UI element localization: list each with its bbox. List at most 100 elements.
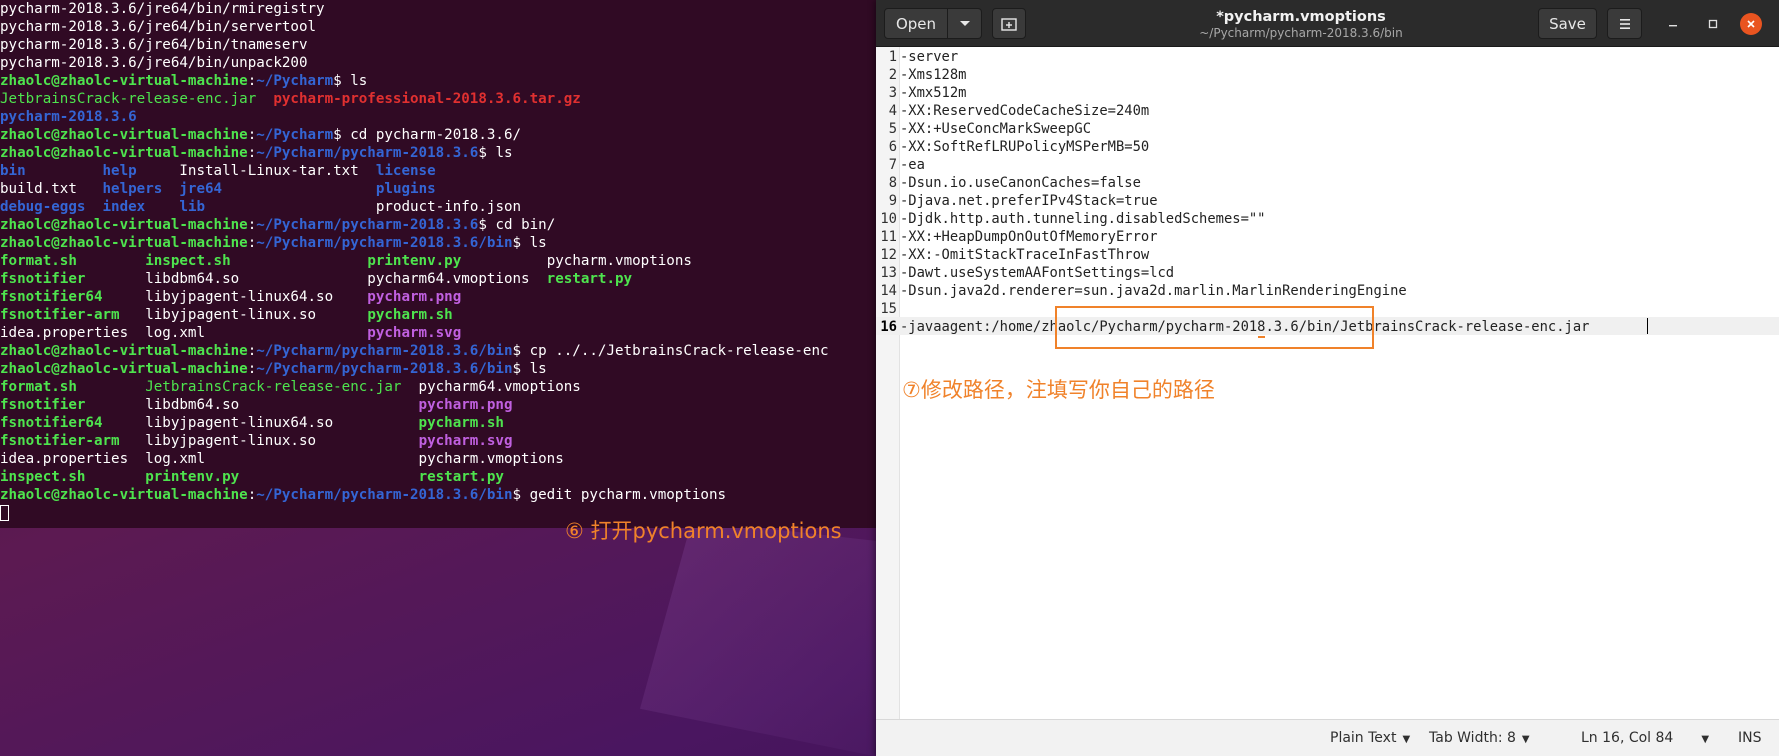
line-text[interactable]: -Dawt.useSystemAAFontSettings=lcd bbox=[900, 265, 1174, 281]
editor-line[interactable]: 15 bbox=[876, 300, 900, 318]
line-text[interactable]: -XX:+UseConcMarkSweepGC bbox=[900, 121, 1091, 137]
terminal-text: fsnotifier-arm bbox=[0, 433, 120, 449]
terminal-output: pycharm-2018.3.6/jre64/bin/rmiregistry py… bbox=[0, 0, 876, 504]
editor-line[interactable]: 1 -server bbox=[876, 48, 958, 66]
terminal-line: build.txt helpers jre64 plugins bbox=[0, 180, 876, 198]
language-selector[interactable]: Plain Text ▼ bbox=[1330, 730, 1410, 746]
document-path: ~/Pycharm/pycharm-2018.3.6/bin bbox=[1199, 26, 1403, 40]
line-number: 5 bbox=[888, 121, 897, 137]
terminal-text: : bbox=[247, 73, 257, 89]
terminal-text: libyjpagent-linux64.so bbox=[102, 415, 419, 431]
line-number: 16 bbox=[880, 319, 897, 335]
editor-line[interactable]: 6 -XX:SoftRefLRUPolicyMSPerMB=50 bbox=[876, 138, 1150, 156]
line-text[interactable]: -Dsun.io.useCanonCaches=false bbox=[900, 175, 1141, 191]
line-text[interactable]: -ea bbox=[900, 157, 925, 173]
editor-line[interactable]: 7 -ea bbox=[876, 156, 925, 174]
terminal-text: jre64 bbox=[179, 181, 223, 197]
terminal-line: fsnotifier-arm libyjpagent-linux.so pych… bbox=[0, 432, 876, 450]
editor-line[interactable]: 5 -XX:+UseConcMarkSweepGC bbox=[876, 120, 1091, 138]
line-text[interactable]: -Djdk.http.auth.tunneling.disabledScheme… bbox=[900, 211, 1265, 227]
line-text[interactable]: -XX:ReservedCodeCacheSize=240m bbox=[900, 103, 1149, 119]
line-number: 13 bbox=[880, 265, 897, 281]
terminal-text: : bbox=[247, 217, 257, 233]
terminal-text: restart.py bbox=[418, 469, 504, 485]
line-text[interactable]: -XX:+HeapDumpOnOutOfMemoryError bbox=[900, 229, 1158, 245]
editor-line[interactable]: 2 -Xms128m bbox=[876, 66, 967, 84]
close-button[interactable] bbox=[1740, 13, 1762, 35]
terminal-text: idea.properties log.xml bbox=[0, 325, 368, 341]
maximize-button[interactable] bbox=[1702, 13, 1724, 35]
insert-mode-indicator[interactable]: INS bbox=[1738, 730, 1762, 746]
cursor-position-label: Ln 16, Col 84 bbox=[1581, 730, 1674, 746]
hamburger-icon bbox=[1619, 18, 1630, 29]
terminal-text: : bbox=[247, 487, 257, 503]
terminal-window[interactable]: pycharm-2018.3.6/jre64/bin/rmiregistry py… bbox=[0, 0, 876, 528]
terminal-text: pycharm.png bbox=[367, 289, 462, 305]
dropdown-arrow-icon: ▼ bbox=[1521, 734, 1530, 745]
terminal-line: idea.properties log.xml pycharm.vmoption… bbox=[0, 450, 876, 468]
terminal-text: libdbm64.so pycharm64.vmoptions bbox=[85, 271, 547, 287]
editor-line[interactable]: 11 -XX:+HeapDumpOnOutOfMemoryError bbox=[876, 228, 1158, 246]
terminal-text: pycharm-2018.3.6 bbox=[0, 109, 137, 125]
line-text[interactable]: -Xms128m bbox=[900, 67, 966, 83]
open-button[interactable]: Open bbox=[884, 8, 948, 39]
open-menu-button[interactable] bbox=[948, 8, 982, 39]
line-text[interactable]: -Djava.net.preferIPv4Stack=true bbox=[900, 193, 1158, 209]
text-cursor bbox=[1647, 318, 1648, 334]
language-label: Plain Text bbox=[1330, 730, 1397, 746]
line-text[interactable]: -Xmx512m bbox=[900, 85, 966, 101]
editor-line[interactable]: 8 -Dsun.io.useCanonCaches=false bbox=[876, 174, 1141, 192]
terminal-text: : bbox=[247, 235, 257, 251]
terminal-text: fsnotifier bbox=[0, 271, 86, 287]
editor-line[interactable]: 10 -Djdk.http.auth.tunneling.disabledSche… bbox=[876, 210, 1265, 228]
new-tab-button[interactable] bbox=[992, 8, 1026, 39]
text-editor[interactable]: 1 -server 2 -Xms128m 3 -Xmx512m 4 -XX:ReservedC… bbox=[876, 47, 1779, 719]
window-title: *pycharm.vmoptions ~/Pycharm/pycharm-201… bbox=[1136, 8, 1466, 41]
terminal-text: pycharm-professional-2018.3.6.tar.gz bbox=[273, 91, 581, 107]
terminal-text: fsnotifier64 bbox=[0, 415, 103, 431]
terminal-text: libyjpagent-linux.so bbox=[119, 433, 419, 449]
line-text[interactable]: -XX:-OmitStackTraceInFastThrow bbox=[900, 247, 1149, 263]
terminal-line: zhaolc@zhaolc-virtual-machine:~/Pycharm/… bbox=[0, 216, 876, 234]
editor-line[interactable]: 13 -Dawt.useSystemAAFontSettings=lcd bbox=[876, 264, 1174, 282]
terminal-text: pycharm64.vmoptions bbox=[401, 379, 581, 395]
save-button[interactable]: Save bbox=[1538, 8, 1597, 39]
line-text[interactable]: -server bbox=[900, 49, 958, 65]
close-icon bbox=[1747, 20, 1755, 28]
terminal-text: helpers bbox=[102, 181, 163, 197]
desktop-wallpaper-shape bbox=[640, 520, 900, 756]
tab-width-selector[interactable]: Tab Width: 8 ▼ bbox=[1429, 730, 1530, 746]
editor-line[interactable]: 14 -Dsun.java2d.renderer=sun.java2d.marli… bbox=[876, 282, 1407, 300]
dropdown-arrow-icon: ▼ bbox=[1701, 734, 1710, 745]
terminal-text: JetbrainsCrack-release-enc.jar bbox=[0, 91, 257, 107]
line-number: 10 bbox=[880, 211, 897, 227]
terminal-text: printenv.py bbox=[367, 253, 462, 269]
cursor-position-selector[interactable]: Ln 16, Col 84 ▼ bbox=[1581, 730, 1709, 746]
terminal-text: format.sh bbox=[0, 253, 77, 269]
gedit-window[interactable]: Open *pycharm.vmoptions ~/Pycharm/pychar… bbox=[876, 0, 1779, 756]
editor-line[interactable]: 4 -XX:ReservedCodeCacheSize=240m bbox=[876, 102, 1150, 120]
line-text[interactable]: -XX:SoftRefLRUPolicyMSPerMB=50 bbox=[900, 139, 1149, 155]
hamburger-menu-button[interactable] bbox=[1607, 8, 1642, 39]
editor-line[interactable]: 3 -Xmx512m bbox=[876, 84, 967, 102]
terminal-text: : bbox=[247, 343, 257, 359]
terminal-text: inspect.sh bbox=[0, 469, 86, 485]
terminal-line: pycharm-2018.3.6 bbox=[0, 108, 876, 126]
minimize-button[interactable] bbox=[1662, 13, 1684, 35]
terminal-text: $ ls bbox=[478, 145, 513, 161]
header-bar: Open *pycharm.vmoptions ~/Pycharm/pychar… bbox=[876, 0, 1779, 47]
editor-line[interactable]: 9 -Djava.net.preferIPv4Stack=true bbox=[876, 192, 1158, 210]
line-number: 8 bbox=[888, 175, 897, 191]
terminal-text: : bbox=[247, 127, 257, 143]
line-text[interactable]: -Dsun.java2d.renderer=sun.java2d.marlin.… bbox=[900, 283, 1407, 299]
terminal-line: inspect.sh printenv.py restart.py bbox=[0, 468, 876, 486]
line-number: 15 bbox=[880, 301, 897, 317]
editor-line[interactable]: 12 -XX:-OmitStackTraceInFastThrow bbox=[876, 246, 1149, 264]
terminal-text: restart.py bbox=[546, 271, 633, 287]
line-number: 14 bbox=[880, 283, 897, 299]
terminal-text: format.sh bbox=[0, 379, 77, 395]
